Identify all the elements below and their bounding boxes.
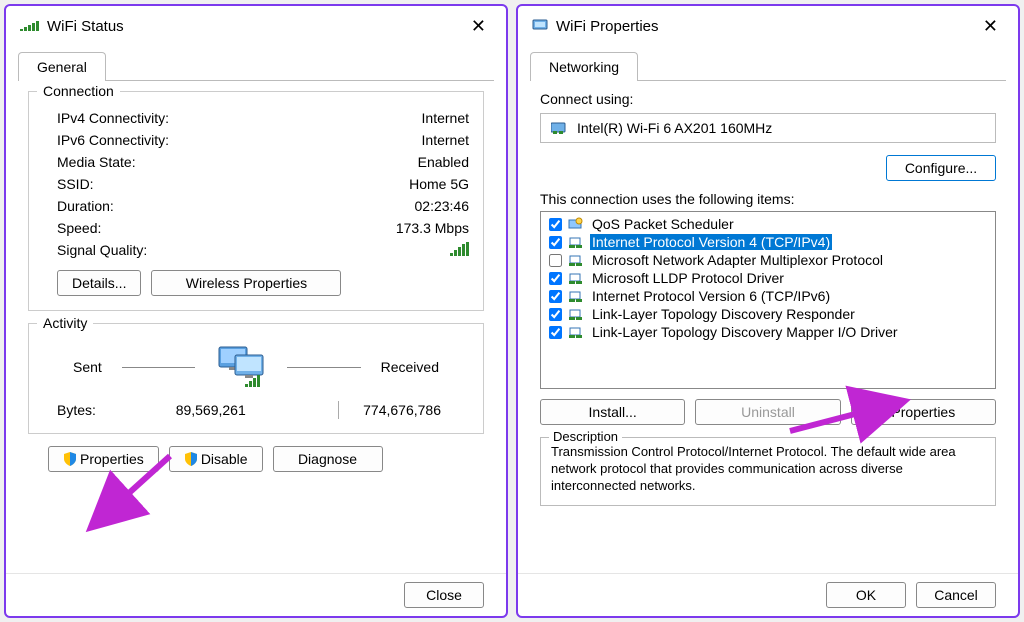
close-icon[interactable]: ✕ xyxy=(465,14,492,39)
ssid-row: SSID: Home 5G xyxy=(43,173,469,195)
bytes-sent-value: 89,569,261 xyxy=(176,402,314,418)
activity-legend: Activity xyxy=(37,315,93,331)
speed-value: 173.3 Mbps xyxy=(396,220,469,236)
details-button[interactable]: Details... xyxy=(57,270,141,296)
bytes-received-value: 774,676,786 xyxy=(363,402,469,418)
protocol-icon xyxy=(568,325,584,339)
wifi-status-window: WiFi Status ✕ General Connection IPv4 Co… xyxy=(4,4,508,618)
cancel-button[interactable]: Cancel xyxy=(916,582,996,608)
wireless-properties-button[interactable]: Wireless Properties xyxy=(151,270,341,296)
network-card-icon xyxy=(551,121,569,135)
ipv6-row: IPv6 Connectivity: Internet xyxy=(43,129,469,151)
network-adapter-icon xyxy=(532,17,548,37)
list-item[interactable]: Internet Protocol Version 6 (TCP/IPv6) xyxy=(541,287,995,305)
titlebar: WiFi Status ✕ xyxy=(6,6,506,47)
shield-icon xyxy=(184,452,198,466)
connection-group: Connection IPv4 Connectivity: Internet I… xyxy=(28,91,484,311)
item-label: Link-Layer Topology Discovery Responder xyxy=(590,306,857,322)
tab-general[interactable]: General xyxy=(18,52,106,81)
install-button[interactable]: Install... xyxy=(540,399,685,425)
items-listbox[interactable]: QoS Packet Scheduler Internet Protocol Ve… xyxy=(540,211,996,389)
media-state-label: Media State: xyxy=(57,154,136,170)
shield-icon xyxy=(63,452,77,466)
media-state-row: Media State: Enabled xyxy=(43,151,469,173)
item-checkbox[interactable] xyxy=(549,326,562,339)
wifi-properties-window: WiFi Properties ✕ Networking Connect usi… xyxy=(516,4,1020,618)
tab-row: Networking xyxy=(518,51,1018,80)
duration-value: 02:23:46 xyxy=(415,198,470,214)
adapter-box[interactable]: Intel(R) Wi-Fi 6 AX201 160MHz xyxy=(540,113,996,143)
properties-button[interactable]: Properties xyxy=(851,399,996,425)
ssid-value: Home 5G xyxy=(409,176,469,192)
protocol-icon xyxy=(568,271,584,285)
connect-using-label: Connect using: xyxy=(540,91,996,107)
item-checkbox[interactable] xyxy=(549,236,562,249)
properties-button[interactable]: Properties xyxy=(48,446,159,472)
ipv6-label: IPv6 Connectivity: xyxy=(57,132,169,148)
item-label: Internet Protocol Version 4 (TCP/IPv4) xyxy=(590,234,832,250)
item-checkbox[interactable] xyxy=(549,290,562,303)
window-title: WiFi Status xyxy=(47,18,124,35)
speed-row: Speed: 173.3 Mbps xyxy=(43,217,469,239)
ssid-label: SSID: xyxy=(57,176,94,192)
tab-networking[interactable]: Networking xyxy=(530,52,638,81)
close-icon[interactable]: ✕ xyxy=(977,14,1004,39)
close-button[interactable]: Close xyxy=(404,582,484,608)
signal-quality-row: Signal Quality: xyxy=(43,239,469,262)
tab-row: General xyxy=(6,51,506,80)
bytes-label: Bytes: xyxy=(57,402,176,418)
ok-button[interactable]: OK xyxy=(826,582,906,608)
activity-group: Activity Sent xyxy=(28,323,484,434)
signal-quality-icon xyxy=(450,242,469,259)
duration-label: Duration: xyxy=(57,198,114,214)
sent-label: Sent xyxy=(73,359,102,375)
item-label: Internet Protocol Version 6 (TCP/IPv6) xyxy=(590,288,832,304)
signal-quality-label: Signal Quality: xyxy=(57,242,147,259)
uninstall-button: Uninstall xyxy=(695,399,840,425)
titlebar: WiFi Properties ✕ xyxy=(518,6,1018,47)
description-legend: Description xyxy=(549,429,622,444)
ipv6-value: Internet xyxy=(422,132,469,148)
wifi-signal-icon xyxy=(20,18,39,35)
adapter-name: Intel(R) Wi-Fi 6 AX201 160MHz xyxy=(577,120,772,136)
description-text: Transmission Control Protocol/Internet P… xyxy=(551,444,985,495)
item-label: Microsoft Network Adapter Multiplexor Pr… xyxy=(590,252,885,268)
items-label: This connection uses the following items… xyxy=(540,191,996,207)
item-checkbox[interactable] xyxy=(549,254,562,267)
protocol-icon xyxy=(568,253,584,267)
list-item[interactable]: Microsoft LLDP Protocol Driver xyxy=(541,269,995,287)
media-state-value: Enabled xyxy=(418,154,469,170)
list-item[interactable]: QoS Packet Scheduler xyxy=(541,215,995,233)
configure-button[interactable]: Configure... xyxy=(886,155,996,181)
item-label: Microsoft LLDP Protocol Driver xyxy=(590,270,786,286)
speed-label: Speed: xyxy=(57,220,101,236)
item-label: Link-Layer Topology Discovery Mapper I/O… xyxy=(590,324,900,340)
network-monitors-icon xyxy=(215,345,267,389)
window-title: WiFi Properties xyxy=(556,18,659,35)
duration-row: Duration: 02:23:46 xyxy=(43,195,469,217)
disable-button[interactable]: Disable xyxy=(169,446,263,472)
list-item[interactable]: Link-Layer Topology Discovery Mapper I/O… xyxy=(541,323,995,341)
item-checkbox[interactable] xyxy=(549,218,562,231)
ipv4-value: Internet xyxy=(422,110,469,126)
ipv4-row: IPv4 Connectivity: Internet xyxy=(43,107,469,129)
protocol-icon xyxy=(568,307,584,321)
received-label: Received xyxy=(381,359,439,375)
diagnose-button[interactable]: Diagnose xyxy=(273,446,383,472)
protocol-icon xyxy=(568,235,584,249)
description-group: Description Transmission Control Protoco… xyxy=(540,437,996,506)
protocol-icon xyxy=(568,289,584,303)
list-item[interactable]: Microsoft Network Adapter Multiplexor Pr… xyxy=(541,251,995,269)
list-item[interactable]: Link-Layer Topology Discovery Responder xyxy=(541,305,995,323)
protocol-icon xyxy=(568,217,584,231)
ipv4-label: IPv4 Connectivity: xyxy=(57,110,169,126)
item-checkbox[interactable] xyxy=(549,272,562,285)
connection-legend: Connection xyxy=(37,83,120,99)
item-label: QoS Packet Scheduler xyxy=(590,216,736,232)
item-checkbox[interactable] xyxy=(549,308,562,321)
list-item[interactable]: Internet Protocol Version 4 (TCP/IPv4) xyxy=(541,233,995,251)
